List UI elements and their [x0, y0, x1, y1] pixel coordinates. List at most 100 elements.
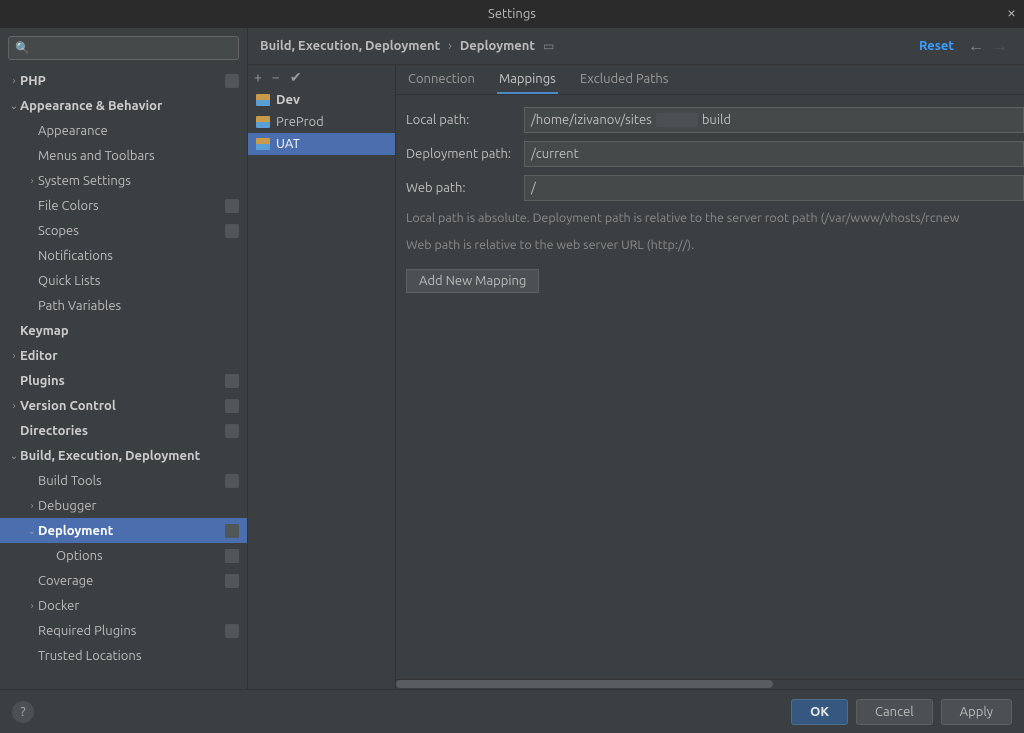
breadcrumb-parent[interactable]: Build, Execution, Deployment [260, 39, 440, 53]
sidebar-item[interactable]: Appearance [0, 118, 247, 143]
server-item[interactable]: UAT [248, 133, 395, 155]
sidebar-item[interactable]: Plugins [0, 368, 247, 393]
server-icon [256, 116, 270, 128]
sidebar-item[interactable]: Options [0, 543, 247, 568]
sidebar-item[interactable]: Build Tools [0, 468, 247, 493]
deployment-path-label: Deployment path: [406, 147, 524, 161]
remove-server-icon[interactable]: − [272, 69, 280, 85]
caret-icon: ⌄ [8, 450, 20, 462]
tab[interactable]: Excluded Paths [578, 66, 671, 94]
caret-icon: › [26, 175, 38, 186]
server-toolbar: + − ✔ [248, 65, 395, 89]
sidebar-item[interactable]: Quick Lists [0, 268, 247, 293]
scope-badge-icon [225, 374, 239, 388]
main-area: 🔍 ›PHP⌄Appearance & BehaviorAppearanceMe… [0, 28, 1024, 689]
add-mapping-button[interactable]: Add New Mapping [406, 269, 539, 293]
deployment-path-row: Deployment path: [406, 141, 1024, 167]
web-path-input[interactable] [524, 175, 1024, 201]
mappings-form: Local path: /home/izivanov/sites build D… [396, 95, 1024, 305]
sidebar-item-label: File Colors [38, 199, 221, 213]
scope-badge-icon [225, 549, 239, 563]
sidebar-item-label: Directories [20, 424, 221, 438]
sidebar-item[interactable]: Menus and Toolbars [0, 143, 247, 168]
server-item-label: PreProd [276, 115, 324, 129]
sidebar-item[interactable]: Coverage [0, 568, 247, 593]
content-column: Build, Execution, Deployment › Deploymen… [248, 28, 1024, 689]
server-item[interactable]: Dev [248, 89, 395, 111]
sidebar-item-label: Quick Lists [38, 274, 239, 288]
sidebar-item-label: Version Control [20, 399, 221, 413]
set-default-icon[interactable]: ✔ [290, 69, 302, 86]
sidebar-item[interactable]: Directories [0, 418, 247, 443]
sidebar-item[interactable]: Notifications [0, 243, 247, 268]
ok-button[interactable]: OK [791, 699, 848, 725]
apply-button[interactable]: Apply [941, 699, 1012, 725]
horizontal-scrollbar[interactable] [396, 679, 1024, 689]
local-path-label: Local path: [406, 113, 524, 127]
search-box[interactable]: 🔍 [8, 36, 239, 60]
sidebar-item-label: Docker [38, 599, 239, 613]
caret-icon: › [8, 75, 20, 86]
sidebar-item-label: System Settings [38, 174, 239, 188]
scope-badge-icon [225, 224, 239, 238]
web-path-row: Web path: [406, 175, 1024, 201]
sidebar-item[interactable]: File Colors [0, 193, 247, 218]
scope-badge-icon [225, 574, 239, 588]
help-button[interactable]: ? [12, 701, 34, 723]
tabs-row: Connection Mappings Excluded Paths [396, 65, 1024, 95]
sidebar-item[interactable]: ›Debugger [0, 493, 247, 518]
web-path-label: Web path: [406, 181, 524, 195]
chevron-right-icon: › [448, 39, 452, 53]
caret-icon: ⌄ [26, 525, 38, 537]
sidebar-item[interactable]: Path Variables [0, 293, 247, 318]
breadcrumb: Build, Execution, Deployment › Deploymen… [248, 28, 1024, 64]
sidebar-item[interactable]: Scopes [0, 218, 247, 243]
tab[interactable]: Connection [406, 66, 477, 94]
search-icon: 🔍 [15, 41, 30, 55]
sidebar-item[interactable]: ⌄Appearance & Behavior [0, 93, 247, 118]
sidebar-item-label: Appearance [38, 124, 239, 138]
server-item-label: Dev [276, 93, 300, 107]
settings-tree[interactable]: ›PHP⌄Appearance & BehaviorAppearanceMenu… [0, 68, 247, 689]
sidebar-item-label: PHP [20, 74, 221, 88]
scope-badge-icon [225, 399, 239, 413]
content-body: + − ✔ Dev PreProd UAT Connection Mappings Ex… [248, 64, 1024, 689]
sidebar-item-label: Build Tools [38, 474, 221, 488]
titlebar: Settings × [0, 0, 1024, 28]
server-list[interactable]: Dev PreProd UAT [248, 89, 395, 689]
deployment-path-input[interactable] [524, 141, 1024, 167]
scope-badge-icon [225, 524, 239, 538]
sidebar-item-label: Required Plugins [38, 624, 221, 638]
sidebar-item[interactable]: ›Editor [0, 343, 247, 368]
local-path-input[interactable]: /home/izivanov/sites build [524, 107, 1024, 133]
sidebar-item[interactable]: ⌄Build, Execution, Deployment [0, 443, 247, 468]
nav-back-icon[interactable]: ← [968, 37, 984, 56]
sidebar-item[interactable]: ›PHP [0, 68, 247, 93]
add-server-icon[interactable]: + [254, 69, 262, 85]
server-item-label: UAT [276, 137, 300, 151]
sidebar-item-label: Options [56, 549, 221, 563]
window-title: Settings [488, 7, 536, 21]
reset-button[interactable]: Reset [919, 39, 954, 53]
breadcrumb-current: Deployment [460, 39, 535, 53]
server-item[interactable]: PreProd [248, 111, 395, 133]
sidebar-item-label: Debugger [38, 499, 239, 513]
sidebar-item[interactable]: ›Version Control [0, 393, 247, 418]
cancel-button[interactable]: Cancel [856, 699, 933, 725]
sidebar-item[interactable]: Trusted Locations [0, 643, 247, 668]
search-input[interactable] [34, 42, 232, 55]
nav-forward-icon[interactable]: → [992, 37, 1008, 56]
tab[interactable]: Mappings [497, 66, 558, 94]
sidebar-item-label: Coverage [38, 574, 221, 588]
close-icon[interactable]: × [1007, 4, 1016, 22]
sidebar-item[interactable]: ›System Settings [0, 168, 247, 193]
scope-badge-icon [225, 74, 239, 88]
sidebar-item[interactable]: Required Plugins [0, 618, 247, 643]
sidebar-item[interactable]: Keymap [0, 318, 247, 343]
help-text-line2: Web path is relative to the web server U… [406, 236, 1024, 255]
scope-badge-icon [225, 624, 239, 638]
sidebar-item[interactable]: ›Docker [0, 593, 247, 618]
sidebar-item-label: Trusted Locations [38, 649, 239, 663]
sidebar-item[interactable]: ⌄Deployment [0, 518, 247, 543]
sidebar-item-label: Build, Execution, Deployment [20, 449, 239, 463]
